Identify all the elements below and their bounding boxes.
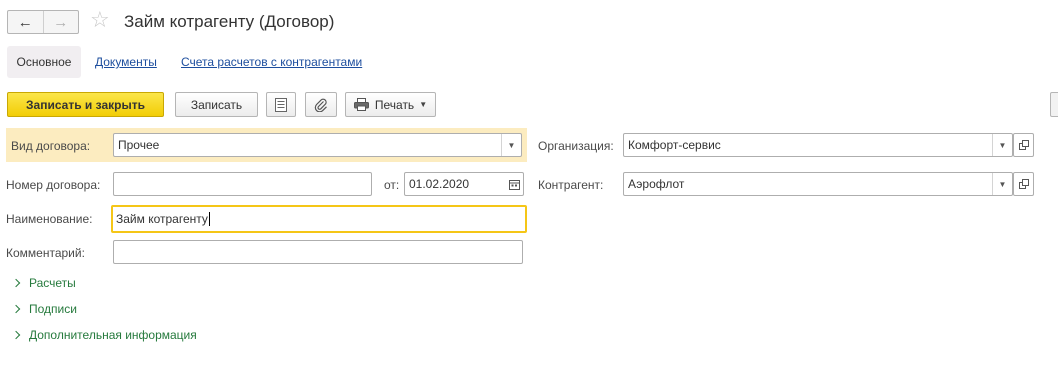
back-button[interactable]: ← <box>8 11 44 33</box>
group-additional-info-label: Дополнительная информация <box>29 328 197 342</box>
printer-icon <box>353 98 369 111</box>
group-settlements[interactable]: Расчеты <box>11 276 76 290</box>
contract-type-value: Прочее <box>118 138 160 152</box>
save-and-close-button[interactable]: Записать и закрыть <box>7 92 164 117</box>
organization-value: Комфорт-сервис <box>628 138 721 152</box>
comment-label: Комментарий: <box>6 246 85 260</box>
name-input[interactable]: Займ котрагенту <box>111 205 527 233</box>
paperclip-icon <box>314 98 327 112</box>
counterparty-select[interactable]: Аэрофлот ▼ <box>623 172 1013 196</box>
chevron-down-icon[interactable]: ▼ <box>992 134 1012 156</box>
contract-type-label: Вид договора: <box>11 139 91 153</box>
group-settlements-label: Расчеты <box>29 276 76 290</box>
contract-type-select[interactable]: Прочее ▼ <box>113 133 522 157</box>
group-signatures[interactable]: Подписи <box>11 302 77 316</box>
date-value: 01.02.2020 <box>409 177 470 191</box>
name-label: Наименование: <box>6 212 93 226</box>
chevron-right-icon <box>11 278 21 288</box>
organization-label: Организация: <box>538 139 614 153</box>
chevron-down-icon[interactable]: ▼ <box>992 173 1012 195</box>
navigation-buttons: ← → <box>7 10 79 34</box>
more-actions-button[interactable] <box>1050 92 1058 117</box>
chevron-down-icon[interactable]: ▼ <box>501 134 521 156</box>
date-input[interactable]: 01.02.2020 <box>404 172 524 196</box>
calendar-icon[interactable] <box>505 179 523 190</box>
counterparty-open-button[interactable] <box>1013 172 1034 196</box>
name-value: Займ котрагенту <box>116 211 208 226</box>
group-signatures-label: Подписи <box>29 302 77 316</box>
print-button[interactable]: Печать ▼ <box>345 92 436 117</box>
arrow-left-icon: ← <box>17 13 33 31</box>
organization-select[interactable]: Комфорт-сервис ▼ <box>623 133 1013 157</box>
page-title: Займ котрагенту (Договор) <box>124 12 335 31</box>
open-window-icon <box>1018 140 1029 150</box>
report-button[interactable] <box>266 92 296 117</box>
contract-number-input[interactable] <box>113 172 372 196</box>
favorite-star-icon[interactable]: ☆ <box>90 9 110 31</box>
chevron-right-icon <box>11 330 21 340</box>
attach-file-button[interactable] <box>305 92 337 117</box>
counterparty-value: Аэрофлот <box>628 177 685 191</box>
report-icon <box>275 97 287 112</box>
print-button-label: Печать <box>374 97 415 112</box>
open-window-icon <box>1018 179 1029 189</box>
chevron-right-icon <box>11 304 21 314</box>
forward-button[interactable]: → <box>44 11 79 33</box>
chevron-down-icon: ▼ <box>419 100 428 109</box>
save-button[interactable]: Записать <box>175 92 258 117</box>
group-additional-info[interactable]: Дополнительная информация <box>11 328 197 342</box>
arrow-right-icon: → <box>53 13 69 31</box>
tab-main[interactable]: Основное <box>7 46 81 78</box>
comment-input[interactable] <box>113 240 523 264</box>
contract-number-label: Номер договора: <box>6 178 101 192</box>
date-label: от: <box>384 178 400 192</box>
counterparty-label: Контрагент: <box>538 178 604 192</box>
text-cursor <box>208 212 210 227</box>
tab-settlement-accounts[interactable]: Счета расчетов с контрагентами <box>181 55 362 69</box>
organization-open-button[interactable] <box>1013 133 1034 157</box>
tab-documents[interactable]: Документы <box>95 55 157 69</box>
